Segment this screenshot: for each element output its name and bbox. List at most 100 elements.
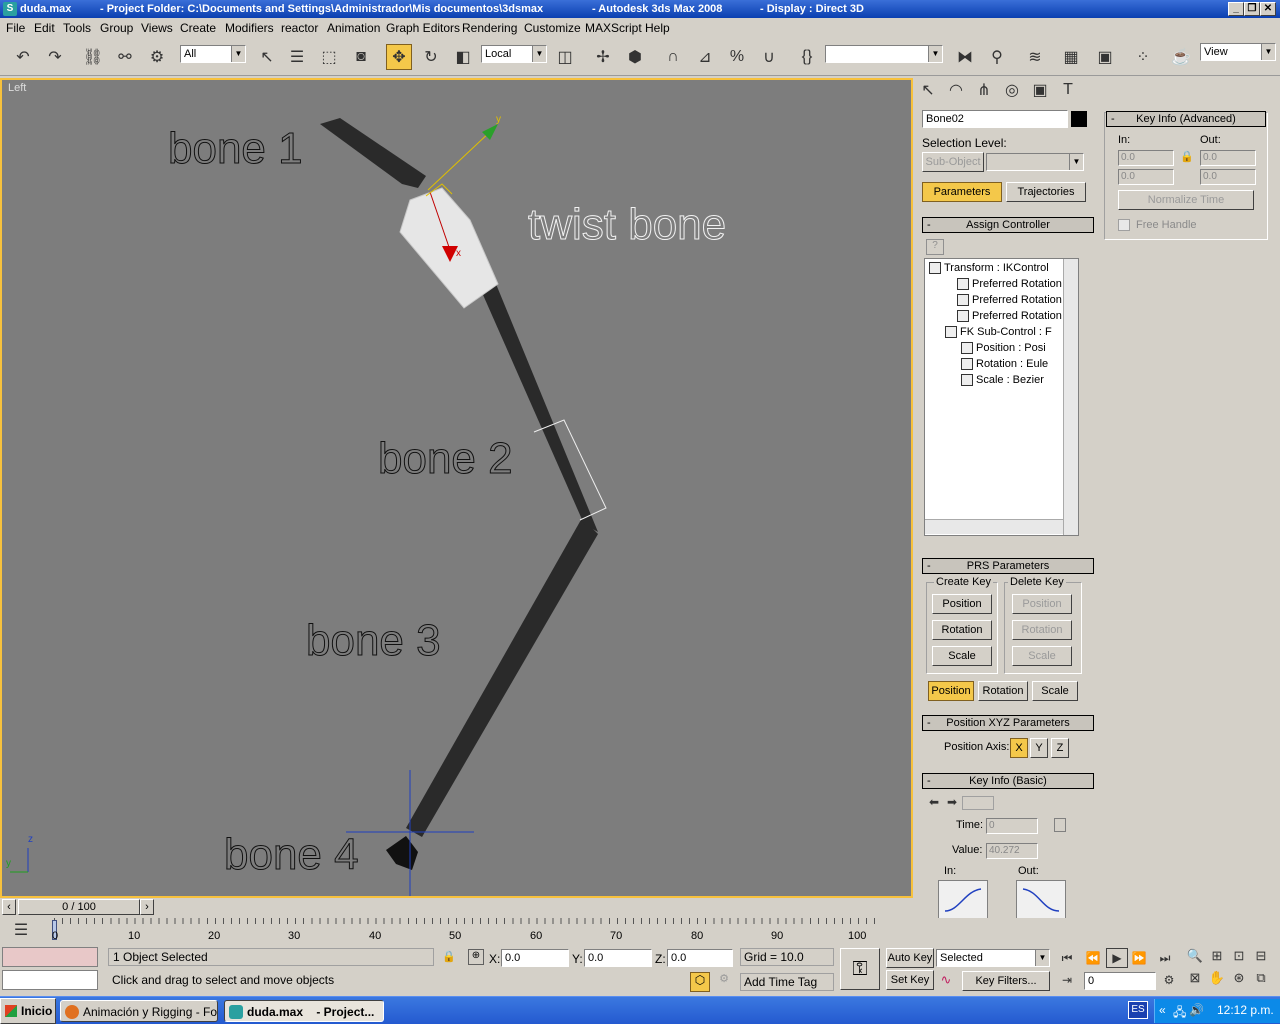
mini-curve-editor-icon[interactable]: ☰ — [6, 920, 36, 940]
auto-key-button[interactable]: Auto Key — [886, 948, 934, 968]
select-by-name-icon[interactable]: ☰ — [284, 44, 310, 70]
set-keys-key-icon[interactable]: ⚿ — [840, 948, 880, 990]
z-coordinate-field[interactable]: 0.0 — [667, 949, 733, 967]
lock-icon[interactable]: 🔒 — [1180, 150, 1194, 164]
key-mode-icon[interactable]: ⇥ — [1056, 970, 1078, 990]
display-tab-icon[interactable]: ▣ — [1028, 78, 1052, 102]
clock[interactable]: 12:12 p.m. — [1217, 1003, 1274, 1017]
x-coordinate-field[interactable]: 0.0 — [501, 949, 569, 967]
tray-expand-icon[interactable]: « — [1159, 1003, 1166, 1017]
pan-icon[interactable]: ✋ — [1206, 968, 1228, 988]
parameters-tab[interactable]: Parameters — [922, 182, 1002, 202]
adv-out-spinner[interactable]: 0.0 — [1200, 169, 1256, 185]
zoom-extents-icon[interactable]: ⊡ — [1228, 946, 1250, 966]
angle-snap-icon[interactable]: ⊿ — [692, 44, 718, 70]
time-slider[interactable]: 0 / 100 — [18, 899, 140, 915]
curve-editor-icon[interactable]: ▦ — [1058, 44, 1084, 70]
tree-item[interactable]: Scale : Bezier — [961, 373, 1044, 388]
out-tangent-button[interactable] — [1016, 880, 1066, 920]
menu-create[interactable]: Create — [180, 21, 216, 35]
set-key-button[interactable]: Set Key — [886, 970, 934, 990]
next-frame-icon[interactable]: ⏩ — [1128, 948, 1150, 968]
go-to-start-icon[interactable]: ⏮ — [1056, 948, 1078, 968]
trajectories-tab[interactable]: Trajectories — [1006, 182, 1086, 202]
position-xyz-rollout[interactable]: - Position XYZ Parameters — [922, 715, 1094, 731]
left-viewport[interactable]: Left y x z y bone 1 bone 2 bone 3 bone 4… — [0, 78, 913, 898]
motion-tab-icon[interactable]: ◎ — [1000, 78, 1024, 102]
tree-item[interactable]: Position : Posi — [961, 341, 1046, 356]
create-scale-key-button[interactable]: Scale — [932, 646, 992, 666]
view-dropdown[interactable]: View ▼ — [1200, 43, 1276, 61]
menu-group[interactable]: Group — [100, 21, 133, 35]
schematic-view-icon[interactable]: ▣ — [1092, 44, 1118, 70]
axis-y-button[interactable]: Y — [1030, 738, 1048, 758]
key-selection-dropdown[interactable]: Selected ▼ — [936, 949, 1050, 967]
selection-lock-icon[interactable]: 🔒 — [442, 950, 456, 964]
undo-icon[interactable]: ↶ — [10, 44, 36, 70]
controller-tree[interactable]: Transform : IKControl Preferred Rotation… — [924, 258, 1079, 536]
normalize-time-button[interactable]: Normalize Time — [1118, 190, 1254, 210]
sub-object-dropdown[interactable]: ▼ — [986, 153, 1084, 171]
zoom-extents-all-icon[interactable]: ⊟ — [1250, 946, 1272, 966]
edit-named-selection-icon[interactable]: {} — [794, 44, 820, 70]
go-to-end-icon[interactable]: ⏭ — [1154, 948, 1176, 968]
pivot-center-icon[interactable]: ◫ — [552, 44, 578, 70]
utilities-tab-icon[interactable]: T — [1056, 78, 1080, 102]
delete-position-key-button[interactable]: Position — [1012, 594, 1072, 614]
layer-manager-icon[interactable]: ≋ — [1022, 44, 1048, 70]
delete-rotation-key-button[interactable]: Rotation — [1012, 620, 1072, 640]
redo-icon[interactable]: ↷ — [42, 44, 68, 70]
tree-item[interactable]: Transform : IKControl — [929, 261, 1049, 276]
axis-x-button[interactable]: X — [1010, 738, 1028, 758]
named-selection-dropdown[interactable]: ▼ — [825, 45, 943, 63]
maxscript-listener-mini[interactable] — [2, 947, 98, 967]
mirror-icon[interactable]: ⧓ — [952, 44, 978, 70]
object-color-swatch[interactable] — [1071, 111, 1087, 127]
taskbar-firefox[interactable]: Animación y Rigging - Fo... — [60, 1000, 218, 1022]
menu-file[interactable]: File — [6, 21, 25, 35]
zoom-all-icon[interactable]: ⊞ — [1206, 946, 1228, 966]
reference-coord-dropdown[interactable]: Local ▼ — [481, 45, 547, 63]
track-bar[interactable]: ☰ 0 10 20 30 40 50 60 70 80 90 100 — [0, 918, 1280, 944]
select-object-icon[interactable]: ↖ — [254, 44, 280, 70]
absolute-mode-icon[interactable]: ⊕ — [468, 949, 484, 965]
maximize-viewport-icon[interactable]: ⧉ — [1250, 968, 1272, 988]
percent-snap-icon[interactable]: % — [724, 44, 750, 70]
menu-customize[interactable]: Customize — [524, 21, 581, 35]
minimize-button[interactable]: _ — [1228, 2, 1244, 16]
adv-in-spinner[interactable]: 0.0 — [1118, 169, 1174, 185]
current-frame-field[interactable]: 0 — [1084, 972, 1156, 990]
tree-item[interactable]: Rotation : Eule — [961, 357, 1048, 372]
create-rotation-key-button[interactable]: Rotation — [932, 620, 992, 640]
prs-scale-tab[interactable]: Scale — [1032, 681, 1078, 701]
bone-1[interactable] — [320, 118, 426, 188]
delete-scale-key-button[interactable]: Scale — [1012, 646, 1072, 666]
select-link-icon[interactable]: ⛓ — [80, 44, 106, 70]
window-crossing-icon[interactable]: ◙ — [348, 44, 374, 70]
menu-tools[interactable]: Tools — [63, 21, 91, 35]
next-key-icon[interactable]: ➡ — [944, 794, 960, 810]
menu-rendering[interactable]: Rendering — [462, 21, 517, 35]
manipulate-icon[interactable]: ✢ — [590, 44, 616, 70]
time-tag-icon[interactable]: ⚙ — [714, 972, 734, 992]
create-position-key-button[interactable]: Position — [932, 594, 992, 614]
previous-key-icon[interactable]: ⬅ — [926, 794, 942, 810]
prs-parameters-rollout[interactable]: - PRS Parameters — [922, 558, 1094, 574]
bone-4-nub[interactable] — [386, 836, 418, 870]
unlink-icon[interactable]: ⚯ — [112, 44, 138, 70]
orbit-icon[interactable]: ⊛ — [1228, 968, 1250, 988]
render-setup-icon[interactable]: ☕ — [1168, 44, 1194, 70]
adaptive-degradation-icon[interactable]: ⬡ — [690, 972, 710, 992]
prs-rotation-tab[interactable]: Rotation — [978, 681, 1028, 701]
language-indicator[interactable]: ES — [1128, 1001, 1148, 1019]
menu-edit[interactable]: Edit — [34, 21, 55, 35]
scale-icon[interactable]: ◧ — [450, 44, 476, 70]
menu-maxscript[interactable]: MAXScript — [585, 21, 642, 35]
time-configuration-icon[interactable]: ⚙ — [1158, 970, 1180, 990]
assign-controller-icon[interactable]: ? — [926, 239, 944, 255]
keyboard-shortcut-icon[interactable]: ⬢ — [622, 44, 648, 70]
tree-item[interactable]: Preferred Rotation — [957, 309, 1062, 324]
sub-object-button[interactable]: Sub-Object — [922, 152, 984, 172]
tree-item[interactable]: FK Sub-Control : F — [945, 325, 1052, 340]
key-filters-button[interactable]: Key Filters... — [962, 971, 1050, 991]
